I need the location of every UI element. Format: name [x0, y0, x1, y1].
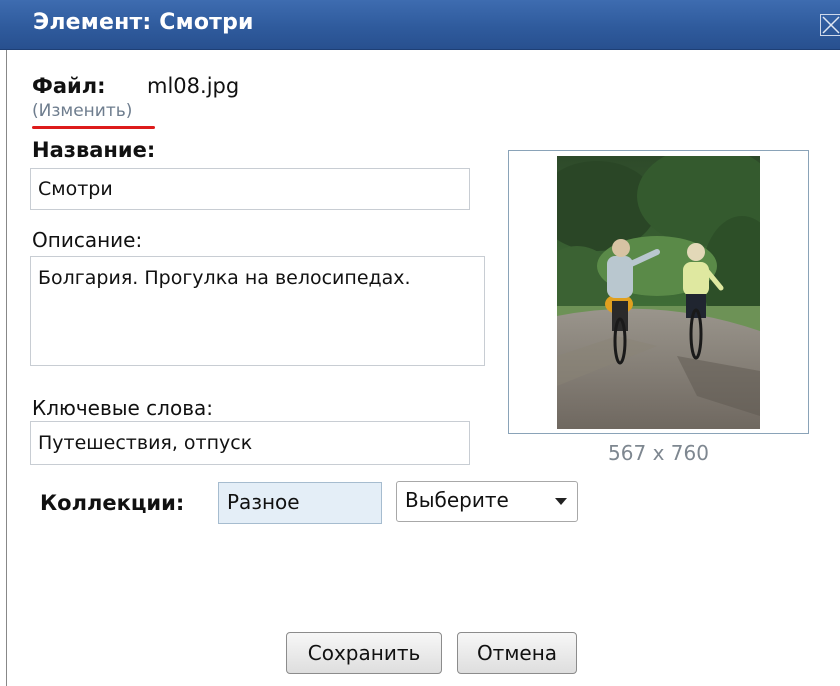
change-file-link[interactable]: (Изменить): [32, 101, 132, 121]
description-label: Описание:: [32, 228, 143, 252]
description-textarea[interactable]: Болгария. Прогулка на велосипедах.: [30, 256, 485, 366]
file-label: Файл:: [32, 74, 106, 98]
collections-label: Коллекции:: [40, 491, 185, 515]
file-name: ml08.jpg: [147, 74, 240, 98]
image-thumbnail[interactable]: [557, 156, 760, 429]
collection-dropdown[interactable]: Выберите: [396, 481, 578, 522]
cancel-button[interactable]: Отмена: [457, 632, 577, 674]
selected-collection[interactable]: Разное: [218, 482, 382, 524]
close-icon: [822, 16, 840, 34]
image-dimensions: 567 x 760: [608, 441, 709, 465]
image-preview-frame: [508, 150, 809, 434]
dialog-titlebar: Элемент: Смотри: [0, 0, 840, 50]
name-label: Название:: [32, 138, 156, 162]
keywords-label: Ключевые слова:: [32, 396, 213, 420]
cyclists-photo: [557, 156, 760, 429]
dialog-left-border: [6, 50, 7, 686]
keywords-input[interactable]: [30, 421, 470, 465]
collection-dropdown-value: Выберите: [405, 488, 509, 512]
caret-down-icon: [555, 498, 567, 505]
dialog-title: Элемент: Смотри: [33, 10, 254, 35]
change-link-underline: [32, 126, 155, 129]
name-input[interactable]: [30, 168, 470, 210]
edit-element-dialog: Элемент: Смотри Файл: ml08.jpg (Изменить…: [0, 0, 840, 686]
save-button[interactable]: Сохранить: [286, 632, 442, 674]
close-button[interactable]: [820, 14, 840, 36]
